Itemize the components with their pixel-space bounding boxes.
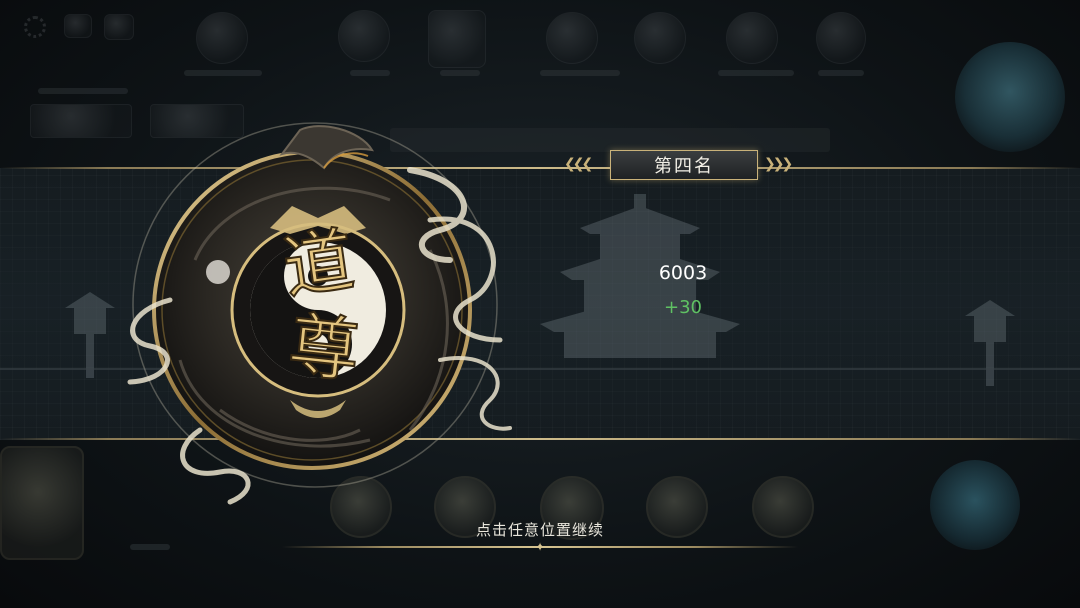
character-slot-icon — [726, 12, 778, 64]
hud-label — [130, 544, 170, 550]
hud-label — [718, 70, 794, 76]
boss-portrait-icon — [955, 42, 1065, 152]
right-chevrons-icon: ❯❯❯ — [764, 156, 793, 172]
hero-portrait-icon — [0, 446, 84, 560]
avatar-slot-icon — [196, 12, 248, 64]
lantern-silhouette-icon — [965, 300, 1015, 386]
taiji-dragon-emblem-icon: 道 尊 — [127, 122, 512, 505]
rank-plate: ❮❮❮ 第四名 ❯❯❯ — [562, 148, 804, 182]
character-slot-icon — [338, 10, 390, 62]
hero-portrait-icon — [752, 476, 814, 538]
character-slot-icon — [816, 12, 866, 64]
skill-button-icon — [930, 460, 1020, 550]
settings-icon — [24, 16, 46, 38]
hud-label — [440, 70, 480, 76]
chat-icon — [64, 14, 92, 38]
left-chevrons-icon: ❮❮❮ — [564, 156, 593, 172]
hud-label — [818, 70, 864, 76]
character-slot-icon — [428, 10, 486, 68]
character-slot-icon — [634, 12, 686, 64]
result-screen[interactable]: ❮❮❮ 第四名 ❯❯❯ 6003 +30 道 尊 点击任意位置继续 ✦ — [0, 0, 1080, 608]
emblem-char-2: 尊 — [285, 304, 363, 393]
tap-to-continue-text[interactable]: 点击任意位置继续 — [390, 519, 690, 540]
emblem-char-1: 道 — [278, 218, 359, 309]
mail-icon — [104, 14, 134, 40]
rank-label: 第四名 — [610, 150, 758, 180]
score-change: +30 — [664, 297, 702, 318]
divider-ornament-icon: ✦ — [534, 540, 546, 554]
score-value: 6003 — [658, 262, 708, 284]
hud-label — [540, 70, 620, 76]
character-slot-icon — [546, 12, 598, 64]
hud-label — [38, 88, 128, 94]
hud-label — [350, 70, 390, 76]
hud-label — [184, 70, 262, 76]
